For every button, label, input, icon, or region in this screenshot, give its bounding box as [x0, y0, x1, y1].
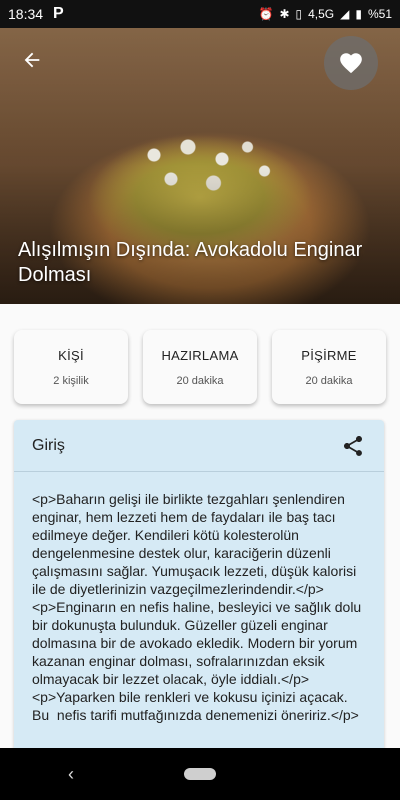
recipe-stats: KİŞİ 2 kişilik HAZIRLAMA 20 dakika PİŞİR… — [0, 330, 400, 404]
stat-card-servings: KİŞİ 2 kişilik — [14, 330, 128, 404]
intro-card: Giriş <p>Baharın gelişi ile birlikte tez… — [14, 420, 384, 760]
stat-title: HAZIRLAMA — [161, 347, 239, 363]
vibrate-icon: ▯ — [295, 7, 303, 21]
stat-title: KİŞİ — [58, 347, 84, 363]
share-icon — [344, 435, 362, 456]
bluetooth-icon: ✱ — [279, 7, 290, 21]
stat-value: 2 kişilik — [53, 374, 89, 387]
nav-back-icon[interactable]: ‹ — [68, 764, 74, 785]
alarm-icon: ⏰ — [258, 7, 274, 21]
app-notification-icon: P — [53, 5, 64, 22]
intro-text: <p>Baharın gelişi ile birlikte tezgahlar… — [32, 491, 362, 723]
status-time: 18:34 — [8, 6, 44, 22]
back-button[interactable] — [18, 46, 46, 74]
recipe-title: Alışılmışın Dışında: Avokadolu Enginar D… — [18, 239, 363, 286]
intro-header: Giriş — [14, 420, 384, 472]
network-label: 4,5G — [308, 7, 335, 21]
nav-home-pill[interactable] — [184, 768, 216, 780]
heart-icon — [340, 53, 362, 74]
intro-title: Giriş — [32, 436, 65, 454]
signal-icon: ◢ — [340, 7, 350, 21]
arrow-back-icon — [24, 52, 40, 68]
share-button[interactable] — [340, 433, 366, 459]
stat-value: 20 dakika — [305, 374, 353, 387]
favorite-button[interactable] — [324, 36, 378, 90]
stat-value: 20 dakika — [176, 374, 224, 387]
stat-card-cooking: PİŞİRME 20 dakika — [272, 330, 386, 404]
system-nav-bar: ‹ — [0, 748, 400, 800]
recipe-hero-image: Alışılmışın Dışında: Avokadolu Enginar D… — [0, 28, 400, 304]
stat-card-preparation: HAZIRLAMA 20 dakika — [143, 330, 257, 404]
battery-icon: ▮ — [355, 7, 362, 21]
stat-title: PİŞİRME — [301, 347, 357, 363]
battery-level: %51 — [367, 7, 392, 21]
status-bar: 18:34 P ⏰ ✱ ▯ 4,5G ◢ ▮ %51 — [0, 0, 400, 28]
status-icons: ⏰ ✱ ▯ 4,5G ◢ ▮ %51 — [258, 7, 392, 21]
